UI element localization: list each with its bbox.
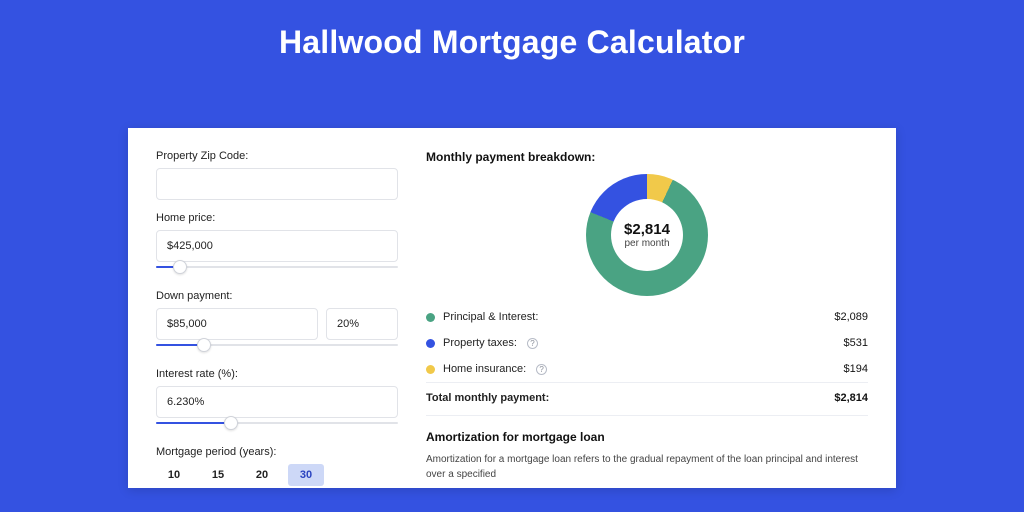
legend-dot-green bbox=[426, 313, 435, 322]
breakdown-row-label: Home insurance: bbox=[443, 363, 526, 375]
period-option-10[interactable]: 10 bbox=[156, 464, 192, 486]
slider-track-line bbox=[156, 266, 398, 268]
breakdown-list: Principal & Interest: $2,089 Property ta… bbox=[426, 304, 868, 411]
breakdown-row-left: Property taxes: ? bbox=[426, 337, 538, 349]
interest-field-block: Interest rate (%): bbox=[156, 368, 398, 434]
page-title: Hallwood Mortgage Calculator bbox=[0, 0, 1024, 61]
period-label: Mortgage period (years): bbox=[156, 446, 398, 458]
down-payment-row bbox=[156, 308, 398, 340]
slider-thumb[interactable] bbox=[224, 416, 238, 430]
down-payment-label: Down payment: bbox=[156, 290, 398, 302]
breakdown-row-insurance: Home insurance: ? $194 bbox=[426, 356, 868, 382]
amortization-title: Amortization for mortgage loan bbox=[426, 430, 868, 444]
breakdown-row-principal: Principal & Interest: $2,089 bbox=[426, 304, 868, 330]
interest-slider[interactable] bbox=[156, 416, 398, 434]
page-stage: Hallwood Mortgage Calculator Property Zi… bbox=[0, 0, 1024, 512]
breakdown-row-taxes: Property taxes: ? $531 bbox=[426, 330, 868, 356]
period-option-30[interactable]: 30 bbox=[288, 464, 324, 486]
breakdown-title: Monthly payment breakdown: bbox=[426, 150, 868, 164]
period-option-20[interactable]: 20 bbox=[244, 464, 280, 486]
zip-label: Property Zip Code: bbox=[156, 150, 398, 162]
amortization-text: Amortization for a mortgage loan refers … bbox=[426, 452, 868, 482]
donut-sub: per month bbox=[624, 238, 669, 249]
breakdown-row-value: $531 bbox=[844, 337, 868, 349]
breakdown-panel: Monthly payment breakdown: $2,814 per mo… bbox=[426, 150, 868, 488]
down-payment-field-block: Down payment: bbox=[156, 290, 398, 356]
divider bbox=[426, 415, 868, 416]
breakdown-row-total: Total monthly payment: $2,814 bbox=[426, 382, 868, 411]
home-price-label: Home price: bbox=[156, 212, 398, 224]
info-icon[interactable]: ? bbox=[527, 338, 538, 349]
down-payment-input[interactable] bbox=[156, 308, 318, 340]
breakdown-total-value: $2,814 bbox=[834, 392, 868, 404]
interest-label: Interest rate (%): bbox=[156, 368, 398, 380]
breakdown-row-label: Property taxes: bbox=[443, 337, 517, 349]
breakdown-row-label: Principal & Interest: bbox=[443, 311, 538, 323]
donut-wrap: $2,814 per month bbox=[426, 170, 868, 304]
legend-dot-yellow bbox=[426, 365, 435, 374]
donut-amount: $2,814 bbox=[624, 221, 670, 238]
slider-thumb[interactable] bbox=[197, 338, 211, 352]
calculator-card: Property Zip Code: Home price: Down paym… bbox=[128, 128, 896, 488]
breakdown-row-value: $2,089 bbox=[834, 311, 868, 323]
zip-input[interactable] bbox=[156, 168, 398, 200]
home-price-input[interactable] bbox=[156, 230, 398, 262]
down-payment-pct-input[interactable] bbox=[326, 308, 398, 340]
legend-dot-blue bbox=[426, 339, 435, 348]
home-price-slider[interactable] bbox=[156, 260, 398, 278]
breakdown-total-label: Total monthly payment: bbox=[426, 392, 549, 404]
period-field-block: Mortgage period (years): 10 15 20 30 bbox=[156, 446, 398, 486]
donut-center: $2,814 per month bbox=[611, 199, 683, 271]
breakdown-row-left: Principal & Interest: bbox=[426, 311, 538, 323]
donut-chart: $2,814 per month bbox=[586, 174, 708, 296]
breakdown-row-left: Home insurance: ? bbox=[426, 363, 547, 375]
slider-fill bbox=[156, 422, 231, 424]
info-icon[interactable]: ? bbox=[536, 364, 547, 375]
zip-field-block: Property Zip Code: bbox=[156, 150, 398, 200]
form-panel: Property Zip Code: Home price: Down paym… bbox=[156, 150, 398, 488]
period-option-15[interactable]: 15 bbox=[200, 464, 236, 486]
home-price-field-block: Home price: bbox=[156, 212, 398, 278]
interest-input[interactable] bbox=[156, 386, 398, 418]
period-options: 10 15 20 30 bbox=[156, 464, 398, 486]
slider-thumb[interactable] bbox=[173, 260, 187, 274]
down-payment-slider[interactable] bbox=[156, 338, 398, 356]
card-inner: Property Zip Code: Home price: Down paym… bbox=[128, 128, 896, 488]
breakdown-row-value: $194 bbox=[844, 363, 868, 375]
